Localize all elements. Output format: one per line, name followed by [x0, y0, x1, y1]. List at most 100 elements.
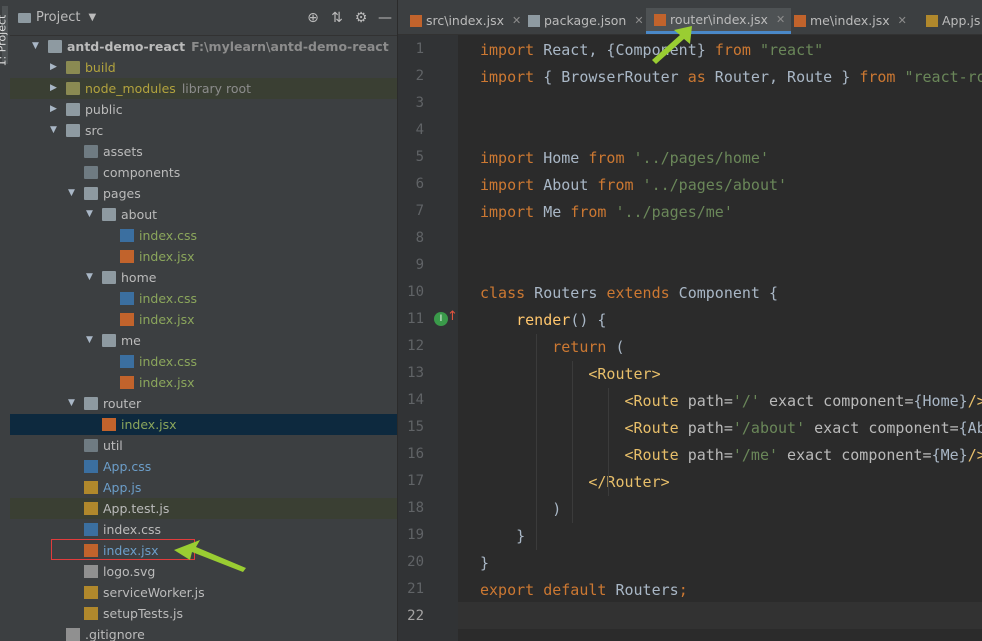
- tree-item-label: home: [121, 270, 157, 285]
- js-file-icon: [84, 607, 98, 620]
- code-editor[interactable]: import React, {Component} from "react" im…: [458, 35, 982, 641]
- tab-label: package.json: [544, 13, 627, 28]
- line-number: 3: [415, 95, 424, 111]
- chevron-right-icon[interactable]: ▶: [50, 78, 60, 99]
- folder-icon: [84, 145, 98, 158]
- tree-item-label: me: [121, 333, 141, 348]
- tree-file[interactable]: index.jsx: [10, 372, 397, 393]
- override-arrow-icon: ↑: [447, 309, 458, 324]
- tree-item-label: components: [103, 165, 181, 180]
- js-file-icon: [84, 481, 98, 494]
- tree-item-label: src: [85, 123, 104, 138]
- chevron-down-icon[interactable]: ▼: [50, 120, 60, 141]
- tree-file[interactable]: index.jsx: [10, 309, 397, 330]
- tree-folder[interactable]: ▼ src: [10, 120, 397, 141]
- folder-icon: [102, 334, 116, 347]
- tree-file[interactable]: .gitignore: [10, 624, 397, 641]
- tree-item-label: index.jsx: [139, 312, 195, 327]
- tab-label: src\index.jsx: [426, 13, 505, 28]
- tree-item-hint: F:\mylearn\antd-demo-react: [191, 39, 389, 54]
- close-icon[interactable]: ✕: [898, 8, 907, 34]
- editor-tab[interactable]: App.js: [918, 8, 982, 34]
- chevron-right-icon[interactable]: ▶: [50, 57, 60, 78]
- editor-tab[interactable]: me\index.jsx ✕: [786, 8, 913, 34]
- tree-folder[interactable]: components: [10, 162, 397, 183]
- line-number: 17: [407, 473, 424, 489]
- line-number: 12: [407, 338, 424, 354]
- css-file-icon: [84, 523, 98, 536]
- tree-item-label: assets: [103, 144, 143, 159]
- tree-item-label: index.jsx: [121, 417, 177, 432]
- chevron-down-icon[interactable]: ▼: [32, 36, 42, 57]
- tree-file[interactable]: index.jsx: [10, 414, 397, 435]
- line-number: 6: [415, 176, 424, 192]
- collapse-icon[interactable]: ⇅: [325, 10, 349, 26]
- hide-icon[interactable]: —: [373, 10, 397, 26]
- editor-tab[interactable]: src\index.jsx ✕: [402, 8, 527, 34]
- tree-folder[interactable]: ▼ router: [10, 393, 397, 414]
- close-icon[interactable]: ✕: [776, 7, 785, 33]
- line-number: 19: [407, 527, 424, 543]
- folder-icon: [66, 82, 80, 95]
- css-file-icon: [84, 460, 98, 473]
- folder-icon: [102, 271, 116, 284]
- tree-file[interactable]: index.css: [10, 351, 397, 372]
- folder-icon: [102, 208, 116, 221]
- line-number: 18: [407, 500, 424, 516]
- editor-tab[interactable]: package.json ✕: [520, 8, 650, 34]
- tree-folder[interactable]: ▼ pages: [10, 183, 397, 204]
- tree-file[interactable]: serviceWorker.js: [10, 582, 397, 603]
- tree-folder[interactable]: ▼ me: [10, 330, 397, 351]
- tree-folder[interactable]: ▶ node_modules library root: [10, 78, 397, 99]
- gear-icon[interactable]: ⚙: [349, 10, 373, 26]
- code-line: import Home from '../pages/home': [480, 149, 769, 167]
- code-line: import About from '../pages/about': [480, 176, 788, 194]
- tree-file[interactable]: App.js: [10, 477, 397, 498]
- css-file-icon: [120, 292, 134, 305]
- project-view-selector[interactable]: Project: [36, 10, 80, 25]
- target-icon[interactable]: ⊕: [301, 10, 325, 26]
- folder-icon: [18, 13, 31, 23]
- chevron-down-icon[interactable]: ▼: [86, 267, 96, 288]
- file-icon: [66, 628, 80, 641]
- line-number: 13: [407, 365, 424, 381]
- tree-file[interactable]: App.test.js: [10, 498, 397, 519]
- project-tool-label[interactable]: 1: Project: [0, 7, 9, 67]
- tree-folder[interactable]: ▼ about: [10, 204, 397, 225]
- implements-icon[interactable]: I: [434, 312, 448, 326]
- tree-item-label: serviceWorker.js: [103, 585, 205, 600]
- tree-file[interactable]: index.css: [10, 519, 397, 540]
- tree-file[interactable]: setupTests.js: [10, 603, 397, 624]
- tree-folder[interactable]: util: [10, 435, 397, 456]
- chevron-down-icon[interactable]: ▼: [86, 204, 96, 225]
- tree-item-label: pages: [103, 186, 141, 201]
- tree-folder[interactable]: ▶ public: [10, 99, 397, 120]
- tree-item-label: index.jsx: [139, 375, 195, 390]
- jsx-file-icon: [102, 418, 116, 431]
- chevron-down-icon[interactable]: ▼: [88, 12, 96, 23]
- tree-item-label: node_modules library root: [85, 81, 252, 96]
- chevron-down-icon[interactable]: ▼: [68, 183, 78, 204]
- chevron-down-icon[interactable]: ▼: [68, 393, 78, 414]
- tree-file[interactable]: index.jsx: [10, 246, 397, 267]
- js-file-icon: [926, 15, 938, 27]
- indent-guide: [572, 361, 573, 523]
- tree-folder[interactable]: ▼ antd-demo-react F:\mylearn\antd-demo-rea…: [10, 36, 397, 57]
- annotation-arrow-icon: [652, 26, 692, 64]
- tree-item-label: App.css: [103, 459, 152, 474]
- line-number: 7: [415, 203, 424, 219]
- file-icon: [84, 565, 98, 578]
- tree-file[interactable]: index.css: [10, 288, 397, 309]
- tree-folder[interactable]: assets: [10, 141, 397, 162]
- chevron-right-icon[interactable]: ▶: [50, 99, 60, 120]
- line-number: 21: [407, 581, 424, 597]
- tree-file[interactable]: index.css: [10, 225, 397, 246]
- chevron-down-icon[interactable]: ▼: [86, 330, 96, 351]
- tree-folder[interactable]: ▼ home: [10, 267, 397, 288]
- tree-folder[interactable]: ▶ build: [10, 57, 397, 78]
- close-icon[interactable]: ✕: [634, 8, 643, 34]
- line-number: 14: [407, 392, 424, 408]
- tree-file[interactable]: App.css: [10, 456, 397, 477]
- code-line: render() {: [516, 311, 607, 329]
- tree-item-label: logo.svg: [103, 564, 156, 579]
